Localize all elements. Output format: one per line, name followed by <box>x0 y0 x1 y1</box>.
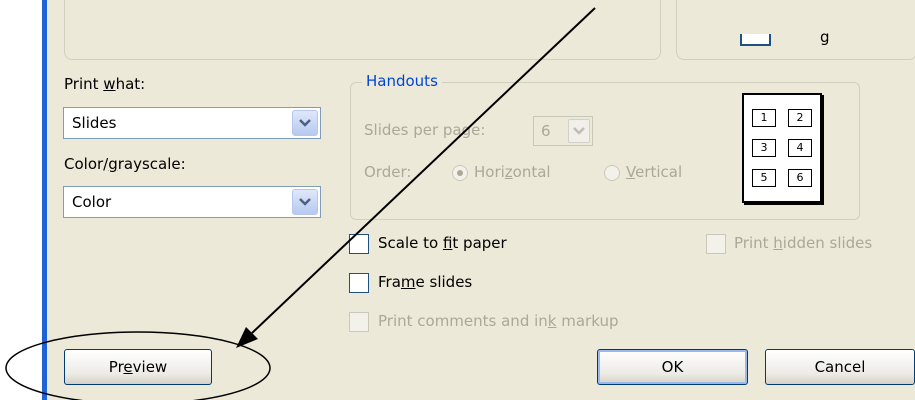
annotation-arrow-line <box>251 7 596 334</box>
annotation-ellipse <box>5 331 271 400</box>
annotation-overlay <box>5 7 596 400</box>
